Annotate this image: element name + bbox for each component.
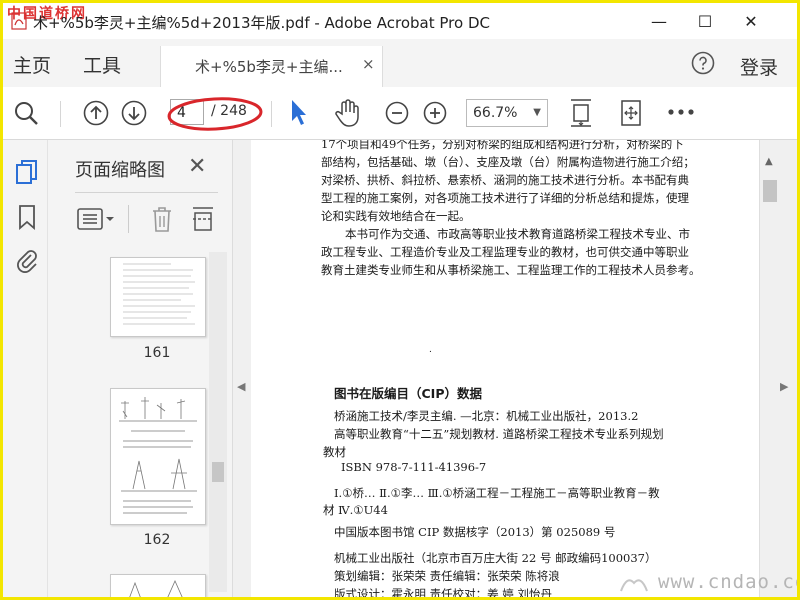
body-text-line: 型工程的施工案例，对各项施工技术进行了详细的分析总结和提炼，使理 bbox=[321, 191, 689, 205]
bookmarks-icon[interactable] bbox=[15, 204, 39, 230]
body-text-line: 对梁桥、拱桥、斜拉桥、悬索桥、涵洞的施工技术进行分析。本书配有典 bbox=[321, 173, 689, 187]
full-screen-icon[interactable] bbox=[617, 97, 645, 129]
more-options-icon[interactable] bbox=[667, 107, 695, 117]
cip-line: 机械工业出版社（北京市百万庄大街 22 号 邮政编码100037） bbox=[334, 551, 657, 565]
zoom-in-icon[interactable] bbox=[423, 101, 447, 125]
toolbar-separator bbox=[60, 101, 61, 127]
left-navigation-rail bbox=[3, 140, 47, 597]
page-thumbnail[interactable] bbox=[110, 388, 206, 525]
page-thumbnails-panel: 页面缩略图 ✕ 161 162 bbox=[47, 140, 233, 597]
zoom-level-select[interactable]: 66.7% ▼ bbox=[466, 99, 548, 127]
thumbnail-page-label: 162 bbox=[143, 532, 171, 548]
toolbar: 4 / 248 66.7% ▼ bbox=[3, 87, 797, 140]
watermark-bottom-right: www.cndao.com bbox=[658, 571, 797, 593]
body-text-line: 政工程专业、工程造价专业及工程监理专业的教材，也可供交通中等职业 bbox=[321, 245, 689, 259]
cip-line: 策划编辑：张荣荣 责任编辑：张荣荣 陈将浪 bbox=[334, 569, 560, 583]
select-cursor-icon[interactable] bbox=[290, 99, 308, 127]
body-text-line: 本书可作为交通、市政高等职业技术教育道路桥梁工程技术专业、市 bbox=[345, 227, 690, 241]
thumbnail-page-content bbox=[119, 397, 197, 514]
toolbar-separator bbox=[271, 101, 272, 127]
delete-page-icon[interactable] bbox=[150, 205, 174, 233]
panel-close-button[interactable]: ✕ bbox=[188, 154, 206, 179]
search-icon[interactable] bbox=[13, 100, 39, 126]
previous-page-icon[interactable] bbox=[83, 100, 109, 126]
menu-tab-row: 主页 工具 术+%5b李灵+主编... × 登录 bbox=[3, 39, 797, 87]
app-window: 中国道桥网 术+%5b李灵+主编%5d+2013年版.pdf - Adobe A… bbox=[0, 0, 800, 600]
menu-tools[interactable]: 工具 bbox=[83, 51, 121, 78]
stray-dot: . bbox=[429, 345, 432, 355]
thumbnail-page-label: 161 bbox=[143, 345, 171, 361]
right-collapse-strip[interactable] bbox=[780, 140, 797, 597]
panel-scrollbar[interactable] bbox=[209, 252, 227, 592]
scroll-up-arrow-icon[interactable]: ▲ bbox=[765, 156, 773, 167]
cip-line: ISBN 978-7-111-41396-7 bbox=[341, 460, 487, 474]
body-text-line: 教育土建类专业师生和从事桥梁施工、工程监理工作的工程技术人员参考。 bbox=[321, 263, 701, 277]
highlight-ellipse-annotation bbox=[167, 97, 263, 131]
cip-line: 材 Ⅳ.①U44 bbox=[323, 503, 388, 517]
insert-page-icon[interactable] bbox=[190, 205, 216, 233]
panel-scrollbar-thumb[interactable] bbox=[212, 462, 224, 482]
menu-home[interactable]: 主页 bbox=[13, 51, 51, 78]
title-bar: 中国道桥网 术+%5b李灵+主编%5d+2013年版.pdf - Adobe A… bbox=[3, 3, 797, 39]
window-title: 术+%5b李灵+主编%5d+2013年版.pdf - Adobe Acrobat… bbox=[33, 14, 490, 32]
thumbnail-options-icon[interactable] bbox=[77, 207, 115, 231]
maximize-button[interactable]: ☐ bbox=[682, 3, 728, 39]
body-text-line: 论和实践有效地结合在一起。 bbox=[321, 209, 471, 223]
close-window-button[interactable]: ✕ bbox=[728, 3, 774, 39]
cip-line: 桥涵施工技术/李灵主编. —北京：机械工业出版社，2013.2 bbox=[334, 409, 639, 423]
thumbnail-page-content bbox=[123, 263, 195, 325]
body-text-line: 17个项目和49个任务，分别对桥梁的组成和结构进行分析，对桥梁的下 bbox=[321, 140, 684, 151]
zoom-level-value: 66.7% bbox=[473, 105, 518, 121]
page-thumbnail[interactable] bbox=[110, 257, 206, 337]
document-scrollbar[interactable]: ▲ bbox=[759, 140, 781, 597]
hand-tool-icon[interactable] bbox=[334, 98, 362, 128]
cip-line: 教材 bbox=[323, 445, 346, 459]
panel-title: 页面缩略图 bbox=[75, 160, 165, 181]
document-tab-label: 术+%5b李灵+主编... bbox=[195, 58, 343, 76]
fit-page-icon[interactable] bbox=[568, 97, 594, 129]
cip-line: 版式设计：霍永明 责任校对：姜 婷 刘怡丹 bbox=[334, 587, 552, 597]
attachments-icon[interactable] bbox=[15, 248, 39, 274]
zoom-out-icon[interactable] bbox=[385, 101, 409, 125]
panel-collapse-divider[interactable]: ◀ bbox=[232, 140, 252, 597]
login-button[interactable]: 登录 bbox=[740, 53, 778, 80]
chevron-down-icon: ▼ bbox=[533, 107, 541, 118]
page-thumbnail[interactable] bbox=[110, 574, 206, 597]
cip-line: 中国版本图书馆 CIP 数据核字（2013）第 025089 号 bbox=[334, 525, 616, 539]
document-view[interactable]: 17个项目和49个任务，分别对桥梁的组成和结构进行分析，对桥梁的下 部结构，包括… bbox=[251, 140, 759, 597]
panel-toolbar bbox=[48, 195, 233, 243]
document-scrollbar-thumb[interactable] bbox=[763, 180, 777, 202]
watermark-logo-icon bbox=[620, 579, 648, 592]
document-tab[interactable]: 术+%5b李灵+主编... × bbox=[160, 46, 383, 87]
help-icon[interactable] bbox=[691, 51, 715, 75]
panel-divider bbox=[75, 192, 218, 193]
thumbnail-page-content bbox=[129, 580, 183, 597]
document-tab-close-button[interactable]: × bbox=[362, 55, 375, 73]
collapse-right-icon[interactable]: ▶ bbox=[780, 380, 788, 393]
next-page-icon[interactable] bbox=[121, 100, 147, 126]
collapse-left-icon[interactable]: ◀ bbox=[237, 380, 245, 393]
page-thumbnails-icon[interactable] bbox=[15, 159, 39, 185]
body-text-line: 部结构，包括基础、墩（台）、支座及墩（台）附属构造物进行施工介绍； bbox=[321, 155, 695, 169]
cip-title: 图书在版编目（CIP）数据 bbox=[334, 386, 482, 401]
minimize-button[interactable]: — bbox=[636, 3, 682, 39]
cip-line: 高等职业教育“十二五”规划教材. 道路桥梁工程技术专业系列规划 bbox=[334, 427, 664, 441]
panel-toolbar-separator bbox=[128, 205, 129, 233]
cip-line: Ⅰ.①桥… Ⅱ.①李… Ⅲ.①桥涵工程－工程施工－高等职业教育－教 bbox=[334, 486, 660, 500]
